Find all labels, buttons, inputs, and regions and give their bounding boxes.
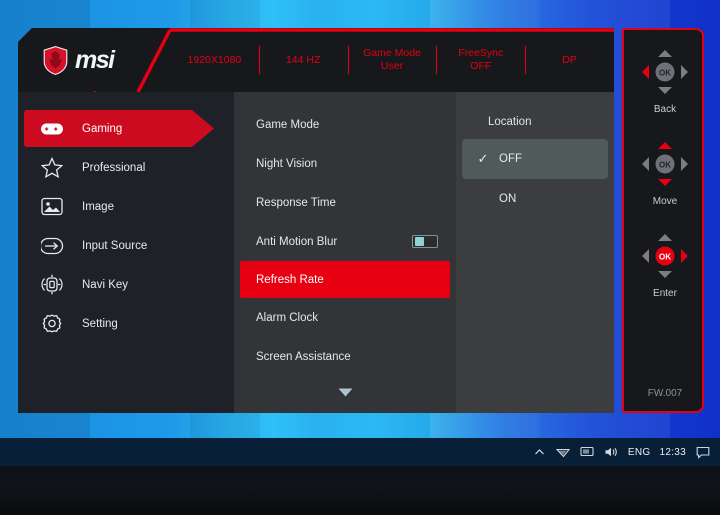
- status-game-mode-line2: User: [380, 60, 404, 72]
- menu-item-label: Response Time: [256, 196, 336, 209]
- osd-nav-column: OK Back OK Move OK Enter FW.007: [622, 28, 704, 413]
- msi-wordmark: msi: [75, 45, 115, 74]
- windows-taskbar[interactable]: ENG 12:33: [0, 438, 720, 466]
- osd-header: msi 1920X1080 144 HZ Game Mode User Free…: [18, 28, 614, 92]
- show-hidden-icons-icon[interactable]: [532, 444, 547, 460]
- nav-back[interactable]: OK Back: [624, 48, 706, 115]
- osd-options-column: Location ✓ OFF ON: [456, 92, 614, 413]
- sidebar-item-navi-key[interactable]: Navi Key: [18, 265, 234, 304]
- gear-icon: [40, 312, 64, 336]
- options-title: Location: [488, 116, 532, 128]
- nav-label: Move: [652, 196, 678, 207]
- sidebar-item-input-source[interactable]: Input Source: [18, 226, 234, 265]
- menu-item-refresh-rate[interactable]: Refresh Rate: [240, 261, 450, 298]
- dpad-move-icon[interactable]: OK: [638, 140, 692, 188]
- status-resolution: 1920X1080: [170, 54, 259, 67]
- status-refresh-rate-line1: 144 HZ: [285, 53, 321, 66]
- menu-item-label: Alarm Clock: [256, 311, 318, 324]
- svg-text:OK: OK: [659, 69, 671, 78]
- menu-item-label: Game Mode: [256, 118, 320, 131]
- option-label: ON: [499, 193, 517, 205]
- svg-text:OK: OK: [659, 161, 671, 170]
- msi-dragon-shield-icon: [43, 45, 68, 75]
- osd-status-items: 1920X1080 144 HZ Game Mode User FreeSync…: [170, 28, 614, 92]
- menu-item-anti-motion-blur[interactable]: Anti Motion Blur: [234, 222, 456, 261]
- menu-item-screen-assistance[interactable]: Screen Assistance: [234, 337, 456, 376]
- status-input: DP: [525, 54, 614, 67]
- menu-item-game-mode[interactable]: Game Mode: [234, 105, 456, 144]
- monitor-bezel: msi: [0, 466, 720, 515]
- status-freesync-line2: OFF: [470, 60, 492, 72]
- screen: ENG 12:33 msi 1920X1080 144 HZ Game Mode…: [0, 0, 720, 515]
- menu-item-label: Screen Assistance: [256, 350, 351, 363]
- sidebar-item-label: Professional: [82, 161, 146, 174]
- status-input-line1: DP: [562, 53, 577, 66]
- taskbar-language[interactable]: ENG: [628, 447, 651, 458]
- star-icon: [40, 156, 64, 180]
- firmware-version: FW.007: [647, 388, 683, 399]
- dpad-enter-icon[interactable]: OK: [638, 232, 692, 280]
- msi-logo: msi: [18, 46, 170, 75]
- osd-sidebar: Gaming Professional Image Input Source N…: [18, 92, 234, 413]
- dpad-back-icon[interactable]: OK: [638, 48, 692, 96]
- menu-item-night-vision[interactable]: Night Vision: [234, 144, 456, 183]
- network-icon[interactable]: [556, 444, 571, 460]
- menu-item-label: Refresh Rate: [256, 273, 324, 286]
- status-resolution-line1: 1920X1080: [187, 53, 242, 66]
- menu-item-label: Anti Motion Blur: [256, 235, 338, 248]
- gamepad-icon: [40, 117, 64, 141]
- volume-icon[interactable]: [604, 444, 619, 460]
- navi-key-icon: [40, 273, 64, 297]
- sidebar-item-setting[interactable]: Setting: [18, 304, 234, 343]
- osd-menu: msi 1920X1080 144 HZ Game Mode User Free…: [18, 28, 704, 413]
- sidebar-item-gaming[interactable]: Gaming: [18, 109, 234, 148]
- sidebar-item-image[interactable]: Image: [18, 187, 234, 226]
- status-freesync-line1: FreeSync: [458, 47, 504, 59]
- nav-move[interactable]: OK Move: [624, 140, 706, 207]
- nav-label: Enter: [653, 288, 677, 299]
- anti-motion-blur-toggle[interactable]: [412, 235, 438, 248]
- nav-enter[interactable]: OK Enter: [624, 232, 706, 299]
- status-freesync: FreeSync OFF: [436, 47, 525, 73]
- menu-item-alarm-clock[interactable]: Alarm Clock: [234, 298, 456, 337]
- option-off[interactable]: ✓ OFF: [462, 139, 608, 179]
- svg-text:OK: OK: [659, 253, 671, 262]
- menu-item-response-time[interactable]: Response Time: [234, 183, 456, 222]
- osd-menu-column: Game Mode Night Vision Response Time Ant…: [234, 92, 456, 413]
- nav-label: Back: [653, 104, 677, 115]
- sidebar-item-label: Gaming: [82, 122, 123, 135]
- notification-icon[interactable]: [695, 444, 710, 460]
- option-on[interactable]: ON: [462, 179, 608, 219]
- picture-icon: [40, 195, 64, 219]
- option-label: OFF: [499, 153, 522, 165]
- input-arrow-icon: [40, 234, 64, 258]
- taskbar-clock[interactable]: 12:33: [659, 447, 686, 458]
- osd-body: Gaming Professional Image Input Source N…: [18, 92, 614, 413]
- sidebar-item-label: Image: [82, 200, 114, 213]
- sidebar-item-label: Setting: [82, 317, 118, 330]
- check-icon: ✓: [477, 151, 489, 166]
- status-game-mode: Game Mode User: [348, 47, 437, 73]
- status-game-mode-line1: Game Mode: [363, 47, 421, 59]
- sidebar-item-professional[interactable]: Professional: [18, 148, 234, 187]
- sidebar-item-label: Navi Key: [82, 278, 129, 291]
- chevron-down-icon[interactable]: [234, 387, 456, 399]
- menu-item-label: Night Vision: [256, 157, 318, 170]
- sidebar-item-label: Input Source: [82, 239, 148, 252]
- toggle-knob: [415, 237, 424, 246]
- status-refresh-rate: 144 HZ: [259, 54, 348, 67]
- display-icon[interactable]: [580, 444, 595, 460]
